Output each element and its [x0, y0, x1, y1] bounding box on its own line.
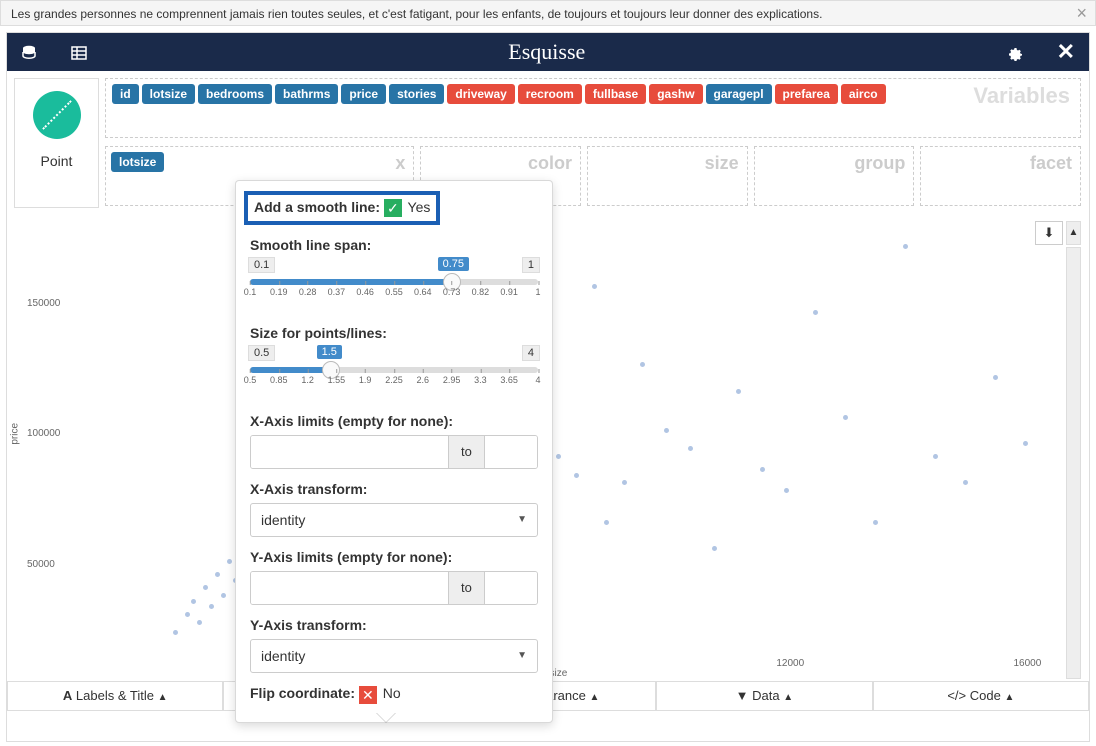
y-axis-label: price — [10, 423, 21, 445]
expand-icon[interactable]: ▲ — [1066, 221, 1081, 245]
pill-id[interactable]: id — [112, 84, 139, 104]
pill-bathrms[interactable]: bathrms — [275, 84, 338, 104]
ylim-to-input[interactable] — [485, 572, 538, 604]
pill-lotsize[interactable]: lotsize — [142, 84, 195, 104]
pill-garagepl[interactable]: garagepl — [706, 84, 772, 104]
data-point — [592, 284, 597, 289]
smooth-yes-text: Yes — [408, 199, 431, 215]
flip-checkbox-icon[interactable]: ✕ — [359, 686, 377, 704]
pill-airco[interactable]: airco — [841, 84, 886, 104]
data-point — [712, 546, 717, 551]
data-point — [873, 520, 878, 525]
data-point — [760, 467, 765, 472]
tab-data[interactable]: ▼ Data ▲ — [656, 682, 872, 711]
ytrans-select[interactable]: identity — [250, 639, 538, 673]
data-point — [604, 520, 609, 525]
span-label: Smooth line span: — [250, 237, 538, 253]
data-point — [173, 630, 178, 635]
size-slider[interactable]: 0.5 4 1.5 0.50.851.21.551.92.252.62.953.… — [250, 347, 538, 401]
data-point — [993, 375, 998, 380]
data-point — [963, 480, 968, 485]
geom-selector[interactable]: Point — [14, 78, 99, 208]
ylim-range: to — [250, 571, 538, 605]
data-point — [185, 612, 190, 617]
data-point — [933, 454, 938, 459]
close-app-icon[interactable]: ✕ — [1057, 39, 1075, 64]
data-point — [1023, 441, 1028, 446]
pill-bedrooms[interactable]: bedrooms — [198, 84, 272, 104]
data-point — [813, 310, 818, 315]
data-point — [556, 454, 561, 459]
ylim-from-input[interactable] — [251, 572, 448, 604]
top-message-bar: Les grandes personnes ne comprennent jam… — [0, 0, 1096, 26]
flip-label: Flip coordinate: — [250, 685, 355, 701]
point-geom-icon — [33, 91, 81, 139]
data-point — [215, 572, 220, 577]
geom-label: Point — [15, 153, 98, 169]
app-header: Esquisse ✕ — [7, 33, 1089, 71]
data-point — [784, 488, 789, 493]
data-point — [843, 415, 848, 420]
data-point — [209, 604, 214, 609]
flip-no-text: No — [383, 685, 401, 701]
data-point — [736, 389, 741, 394]
pill-driveway[interactable]: driveway — [447, 84, 514, 104]
data-icon[interactable] — [21, 42, 37, 62]
data-point — [688, 446, 693, 451]
xlim-from-input[interactable] — [251, 436, 448, 468]
pill-prefarea[interactable]: prefarea — [775, 84, 838, 104]
app-title: Esquisse — [117, 39, 977, 65]
xtrans-select[interactable]: identity — [250, 503, 538, 537]
data-point — [197, 620, 202, 625]
pill-gashw[interactable]: gashw — [649, 84, 702, 104]
app-frame: Esquisse ✕ Point Variables idlotsizebedr… — [6, 32, 1090, 742]
data-point — [191, 599, 196, 604]
gear-icon[interactable] — [1007, 43, 1023, 63]
pill-price[interactable]: price — [341, 84, 386, 104]
variables-dropzone[interactable]: Variables idlotsizebedroomsbathrmsprices… — [105, 78, 1081, 138]
xlim-label: X-Axis limits (empty for none): — [250, 413, 538, 429]
smooth-checkbox-icon[interactable]: ✓ — [384, 199, 402, 217]
variables-label: Variables — [973, 83, 1070, 109]
smooth-line-highlight: Add a smooth line: ✓ Yes — [244, 191, 440, 225]
aes-group-dropzone[interactable]: group — [754, 146, 915, 206]
xtrans-label: X-Axis transform: — [250, 481, 538, 497]
aes-size-dropzone[interactable]: size — [587, 146, 748, 206]
data-point — [903, 244, 908, 249]
data-point — [227, 559, 232, 564]
aes-facet-dropzone[interactable]: facet — [920, 146, 1081, 206]
pill-x-lotsize[interactable]: lotsize — [111, 152, 164, 172]
top-message-text: Les grandes personnes ne comprennent jam… — [11, 7, 822, 21]
xlim-to-input[interactable] — [485, 436, 538, 468]
data-point — [221, 593, 226, 598]
data-point — [622, 480, 627, 485]
data-point — [203, 585, 208, 590]
data-point — [664, 428, 669, 433]
pill-fullbase[interactable]: fullbase — [585, 84, 646, 104]
table-icon[interactable] — [71, 42, 87, 62]
ytrans-label: Y-Axis transform: — [250, 617, 538, 633]
close-icon[interactable]: × — [1076, 3, 1087, 24]
smooth-line-label: Add a smooth line: — [254, 199, 380, 215]
span-slider[interactable]: 0.1 1 0.75 0.10.190.280.370.460.550.640.… — [250, 259, 538, 313]
data-point — [640, 362, 645, 367]
ylim-label: Y-Axis limits (empty for none): — [250, 549, 538, 565]
pill-recroom[interactable]: recroom — [518, 84, 582, 104]
xlim-range: to — [250, 435, 538, 469]
pill-stories[interactable]: stories — [389, 84, 444, 104]
data-point — [574, 473, 579, 478]
tab-code[interactable]: </> Code ▲ — [873, 682, 1089, 711]
side-collapse-strip[interactable] — [1066, 247, 1081, 679]
tab-labels-title[interactable]: A Labels & Title ▲ — [7, 682, 223, 711]
size-label: Size for points/lines: — [250, 325, 538, 341]
plot-options-popover: Add a smooth line: ✓ Yes Smooth line spa… — [235, 180, 553, 723]
